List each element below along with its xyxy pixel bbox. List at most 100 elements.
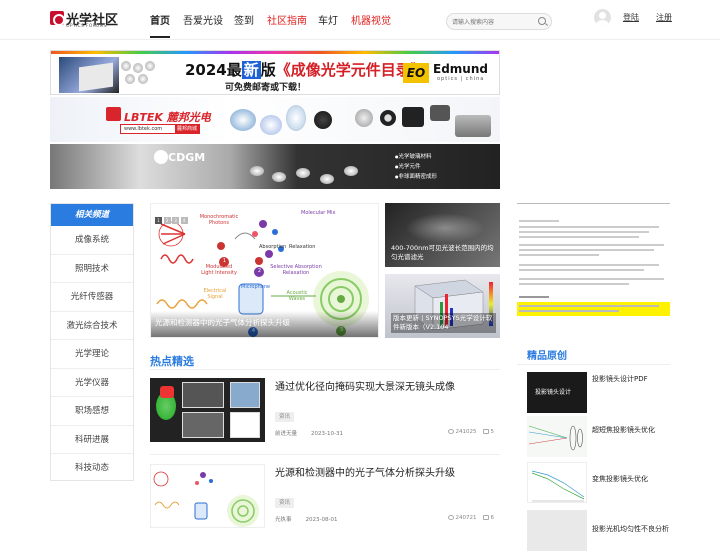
article-thumbnail[interactable] [150, 378, 265, 442]
article-stats: 241025 5 [442, 429, 495, 435]
diagram-label: Electrical Signal [203, 288, 227, 300]
cdgm-bullet: 光学元件 [395, 162, 437, 172]
cdgm-brand: CDGM [168, 151, 206, 164]
article-card[interactable]: 光源和检测器中的光子气体分析探头升级 资讯 光执事 2023-08-01 2407… [150, 464, 500, 530]
sidebar-item-lighting[interactable]: 照明技术 [51, 255, 133, 283]
glass-element-image [344, 166, 358, 176]
optic-lens-image [286, 105, 306, 131]
nav-car-lights[interactable]: 车灯 [318, 12, 338, 27]
channel-sidebar: 相关频道 成像系统 照明技术 光纤传感器 激光综合技术 光学理论 光学仪器 职场… [50, 203, 134, 481]
article-meta: 前进无量 2023-10-31 [275, 429, 357, 437]
lens-images [121, 61, 161, 85]
cdgm-bullet: 非球面精密成形 [395, 172, 438, 182]
slider-dot[interactable]: 3 [172, 217, 179, 224]
nav-machine-vision[interactable]: 机器视觉 [351, 12, 391, 27]
banner-colorbar [51, 51, 499, 54]
featured-thumbnail[interactable] [527, 510, 587, 551]
article-title[interactable]: 通过优化径向掩码实现大景深无镜头成像 [275, 378, 455, 393]
search-icon[interactable] [538, 17, 546, 25]
article-author[interactable]: 光执事 [275, 517, 292, 523]
sidebar-item-fiber-sensor[interactable]: 光纤传感器 [51, 283, 133, 312]
article-title[interactable]: 光源和检测器中的光子气体分析探头升级 [275, 464, 455, 479]
article-meta: 光执事 2023-08-01 [275, 515, 351, 523]
featured-title[interactable]: 超短焦投影镜头优化 [592, 425, 655, 435]
sidebar-item-laser[interactable]: 激光综合技术 [51, 312, 133, 340]
glass-element-image [250, 166, 264, 176]
optic-lens-image [380, 110, 396, 126]
optic-mount-image [402, 107, 424, 127]
sidebar-item-imaging[interactable]: 成像系统 [51, 226, 133, 255]
optic-lens-image [230, 109, 256, 131]
diagram-label: Monochromatic Photons [199, 214, 239, 226]
card-divider [150, 454, 500, 455]
hot-section-title: 热点精选 [150, 355, 194, 368]
slider-dot[interactable]: 1 [155, 217, 162, 224]
user-avatar-icon[interactable] [594, 9, 611, 26]
register-link[interactable]: 注册 [656, 12, 672, 23]
side-card-title: 版本更新丨SYNOPSYS光学设计软件新版本（V2.104 [391, 313, 496, 333]
slider-dot[interactable]: 4 [180, 217, 188, 224]
nav-guide[interactable]: 社区指南 [267, 12, 307, 27]
hero-slider[interactable]: Monochromatic Photons Molecular Mix Abso… [150, 203, 379, 338]
edmund-banner[interactable]: 2024最新版《成像光学元件目录》 可免费邮寄或下载！ EO Edmund op… [50, 50, 500, 95]
article-tag[interactable]: 资讯 [275, 498, 295, 508]
logo-icon [50, 11, 65, 26]
views-count: 241025 [455, 429, 477, 435]
glass-element-image [320, 174, 334, 184]
sidebar-item-tech-news[interactable]: 科技动态 [51, 454, 133, 483]
side-article-card[interactable]: 400-700nm可见光波长范围内的均匀光谱滤光 [385, 203, 500, 267]
comments-icon [482, 429, 489, 434]
sidebar-item-theory[interactable]: 光学理论 [51, 340, 133, 369]
featured-thumbnail[interactable] [527, 416, 587, 457]
article-date: 2023-10-31 [311, 431, 343, 437]
featured-section-title: 精品原创 [527, 351, 567, 362]
sidebar-item-research[interactable]: 科研进展 [51, 426, 133, 454]
search-input[interactable] [452, 16, 538, 28]
site-logo[interactable]: 光学社区 OPTICS FORUMS [50, 10, 120, 32]
glass-element-image [296, 168, 310, 178]
edmund-brand: Edmund [433, 62, 488, 76]
nav-checkin[interactable]: 签到 [234, 12, 254, 27]
right-ad-document[interactable] [517, 203, 670, 323]
article-card[interactable]: 通过优化径向掩码实现大景深无镜头成像 资讯 前进无量 2023-10-31 241… [150, 378, 500, 444]
featured-title[interactable]: 投影光机均匀性不良分析 [592, 524, 669, 534]
views-icon [447, 429, 454, 434]
sidebar-title: 相关频道 [51, 204, 133, 226]
section-divider [517, 364, 670, 365]
featured-thumbnail[interactable]: 投影镜头设计 [527, 372, 587, 413]
side-article-card[interactable]: 版本更新丨SYNOPSYS光学设计软件新版本（V2.104 [385, 274, 500, 338]
logo-subtext: OPTICS FORUMS [66, 24, 107, 29]
nav-home[interactable]: 首页 [150, 12, 170, 38]
lbtek-url: www.lbtek.com 麓邦商城 [120, 124, 200, 134]
article-author[interactable]: 前进无量 [275, 431, 297, 437]
banner-new-badge: 新 [241, 61, 261, 79]
cdgm-banner[interactable]: CDGM 光学玻璃材料 光学元件 非球面精密成形 [50, 144, 500, 189]
hero-caption[interactable]: 光源和检测器中的光子气体分析探头升级 [151, 311, 378, 337]
featured-title[interactable]: 投影镜头设计PDF [592, 374, 648, 384]
sidebar-item-instruments[interactable]: 光学仪器 [51, 369, 133, 397]
featured-thumbnail[interactable] [527, 462, 587, 503]
mtf-curve-diagram [531, 470, 585, 502]
banner-version: 版 [260, 61, 276, 79]
cdgm-bullets: 光学玻璃材料 光学元件 非球面精密成形 [395, 152, 438, 182]
article-thumbnail[interactable] [150, 464, 265, 528]
article-tag[interactable]: 资讯 [275, 412, 295, 422]
nav-optical-design[interactable]: 吾爱光设 [183, 12, 223, 27]
side-card-title: 400-700nm可见光波长范围内的均匀光谱滤光 [391, 244, 494, 261]
lbtek-banner[interactable]: LBTEK 麓邦光电 www.lbtek.com 麓邦商城 [50, 97, 500, 142]
featured-title[interactable]: 变焦投影镜头优化 [592, 474, 648, 484]
sidebar-item-career[interactable]: 职场感想 [51, 397, 133, 426]
optic-lens-image [355, 109, 373, 127]
comments-count: 5 [490, 429, 495, 435]
step-number: 1 [222, 258, 227, 264]
thumbnail-diagram [153, 471, 259, 527]
login-link[interactable]: 登陆 [623, 12, 639, 23]
banner-subtitle: 可免费邮寄或下载！ [225, 83, 307, 93]
catalog-image [59, 57, 119, 93]
views-icon [447, 515, 454, 520]
site-header: 光学社区 OPTICS FORUMS 首页 吾爱光设 签到 社区指南 车灯 机器… [0, 0, 720, 40]
optic-lens-image [260, 115, 282, 135]
slider-dot[interactable]: 2 [163, 217, 171, 224]
banner-year: 2024最 [185, 61, 242, 79]
section-divider [150, 369, 500, 370]
